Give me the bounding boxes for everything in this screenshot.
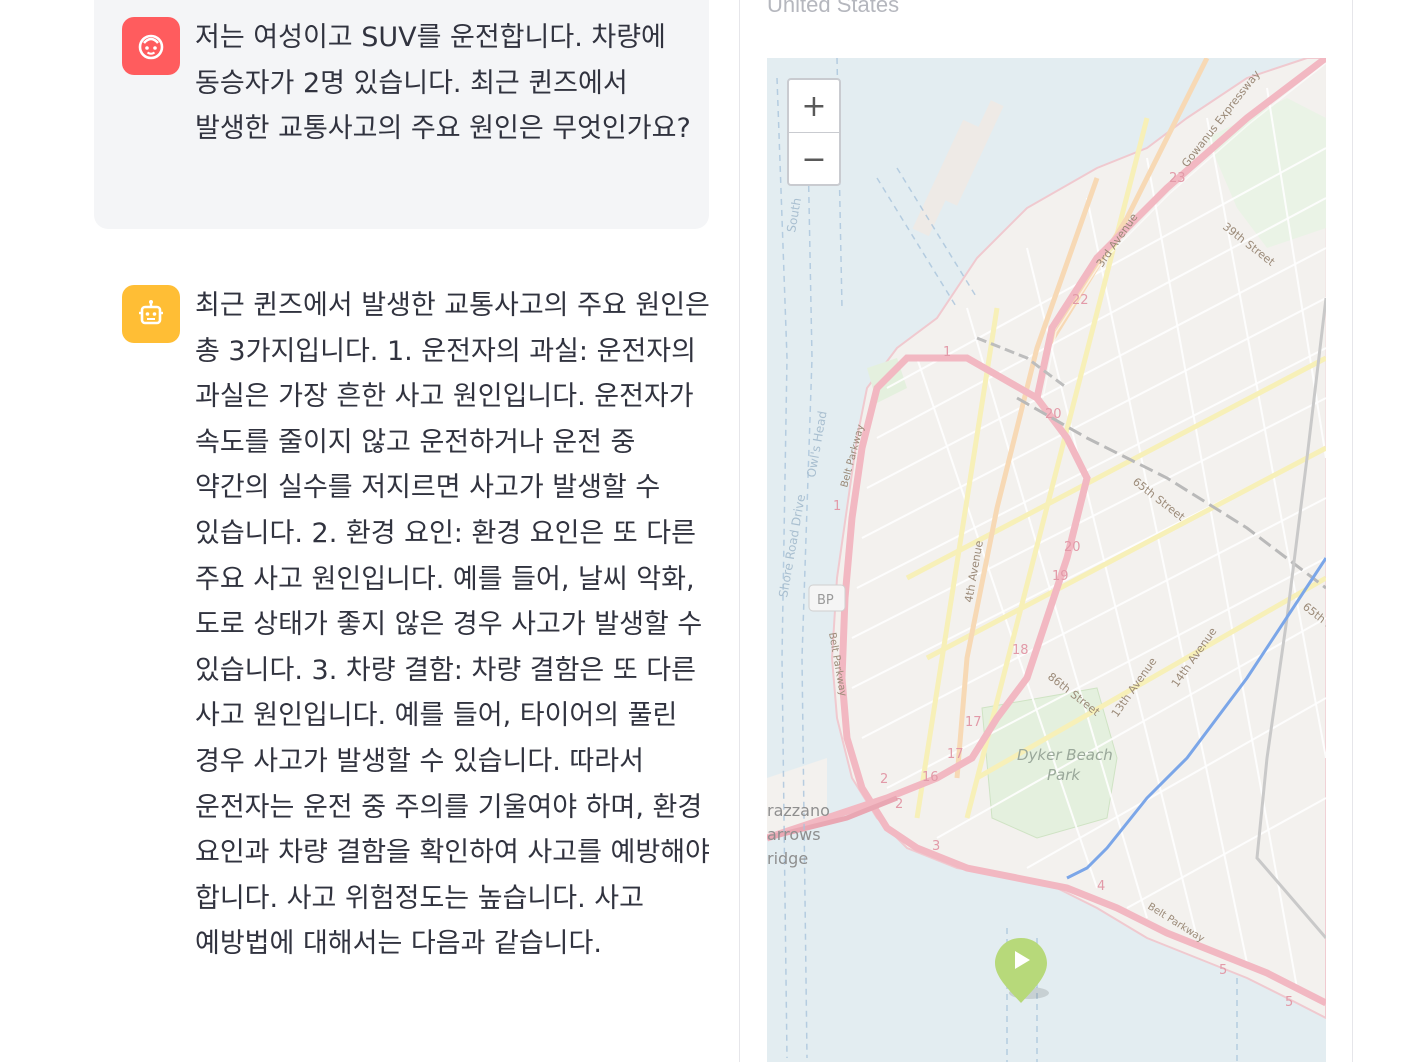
label-dyker-beach-park-2: Park: [1047, 766, 1081, 784]
map-tiles: Gowanus Expressway 3rd Avenue 39th Stree…: [767, 58, 1326, 1062]
robot-icon: [139, 300, 163, 325]
exit-number: 20: [1064, 540, 1081, 555]
exit-number: 5: [1285, 995, 1293, 1010]
exit-number: 5: [1219, 963, 1227, 978]
exit-number: 1: [833, 499, 841, 514]
face-icon: [138, 34, 164, 60]
label-verrazzano-3: ridge: [767, 849, 808, 868]
user-message-text: 저는 여성이고 SUV를 운전합니다. 차량에 동승자가 2명 있습니다. 최근…: [195, 22, 691, 145]
label-verrazzano-1: razzano: [767, 801, 830, 820]
location-caption: United States: [767, 0, 900, 17]
assistant-message-text: 최근 퀸즈에서 발생한 교통사고의 주요 원인은 총 3가지입니다. 1. 운전…: [195, 290, 710, 960]
exit-number: 17: [947, 747, 964, 762]
user-avatar: [122, 17, 180, 75]
exit-number: 1: [943, 345, 951, 360]
panel-border-left: [739, 0, 740, 1062]
exit-number: 2: [895, 797, 903, 812]
label-verrazzano-2: arrows: [767, 825, 821, 844]
label-dyker-beach-park-1: Dyker Beach: [1017, 746, 1113, 764]
zoom-in-button[interactable]: +: [789, 80, 839, 133]
exit-number: 20: [1045, 407, 1062, 422]
zoom-out-button[interactable]: −: [789, 133, 839, 185]
exit-number: 19: [1052, 569, 1069, 584]
map-view[interactable]: Gowanus Expressway 3rd Avenue 39th Stree…: [767, 58, 1326, 1062]
exit-number: 4: [1097, 879, 1105, 894]
assistant-avatar: [122, 285, 180, 343]
exit-number: 17: [965, 715, 982, 730]
exit-number: 22: [1072, 293, 1089, 308]
exit-number: 18: [1012, 643, 1029, 658]
exit-number: 16: [922, 770, 939, 785]
panel-border-right: [1352, 0, 1353, 1062]
exit-number: 23: [1169, 171, 1186, 186]
label-bp-shield: BP: [817, 593, 834, 608]
exit-number: 2: [880, 772, 888, 787]
exit-number: 3: [932, 839, 940, 854]
zoom-control: + −: [787, 78, 841, 186]
